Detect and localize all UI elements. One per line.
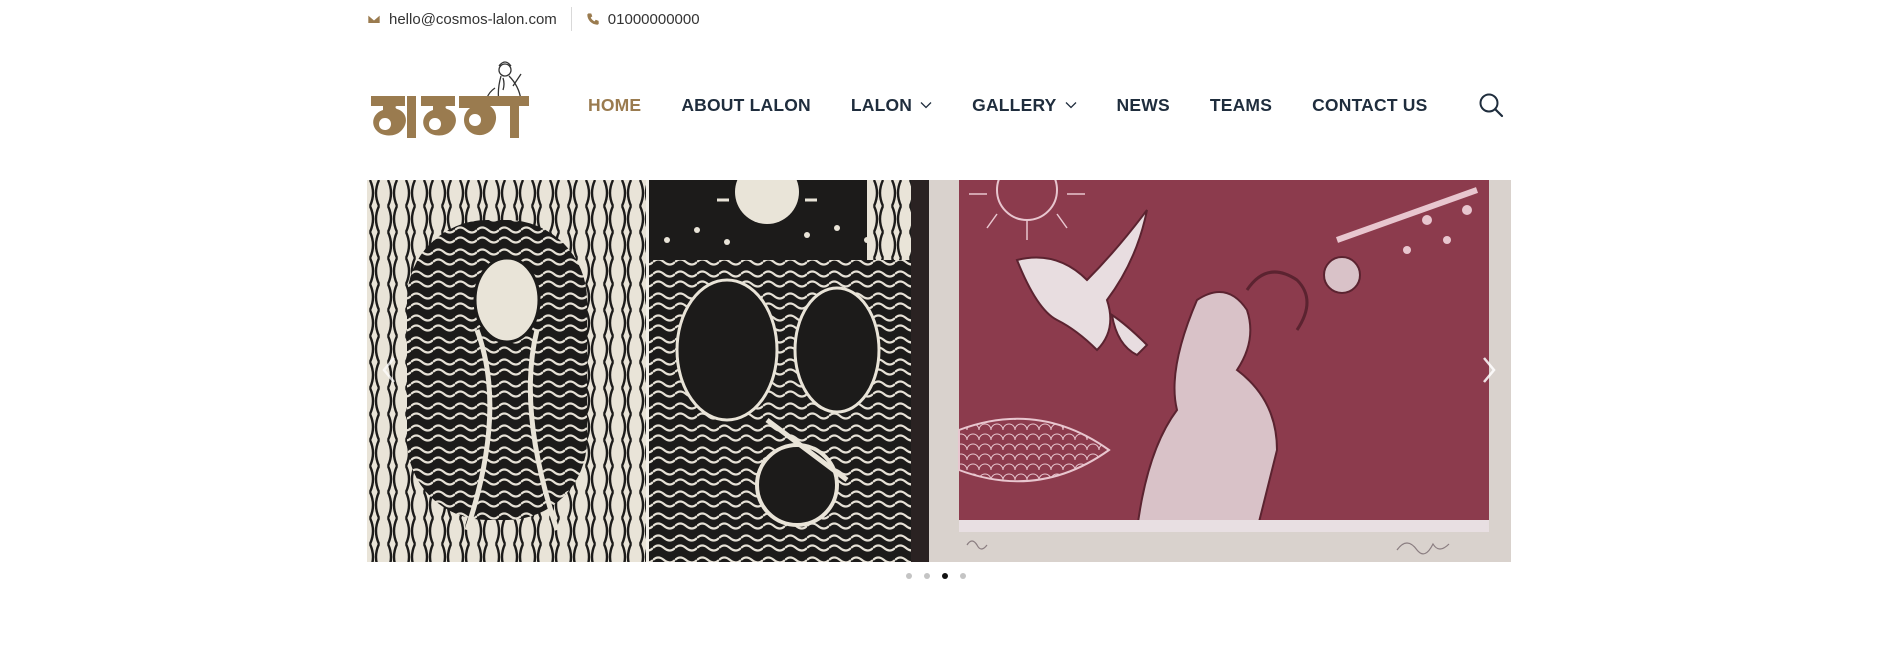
main-nav: HOME ABOUT LALON LALON GALLERY NEWS TEAM… bbox=[588, 90, 1468, 120]
contact-bar: hello@cosmos-lalon.com 01000000000 bbox=[367, 0, 700, 38]
slider-dot[interactable] bbox=[924, 573, 930, 579]
phone-icon bbox=[587, 13, 599, 25]
phone-contact[interactable]: 01000000000 bbox=[586, 11, 700, 28]
nav-item-label[interactable]: GALLERY bbox=[972, 95, 1056, 116]
slider-dot[interactable] bbox=[960, 573, 966, 579]
envelope-icon bbox=[367, 14, 381, 24]
nav-item-contact-us[interactable]: CONTACT US bbox=[1312, 95, 1427, 116]
search-icon bbox=[1479, 93, 1504, 118]
nav-item-label[interactable]: CONTACT US bbox=[1312, 95, 1427, 116]
nav-item-about-lalon[interactable]: ABOUT LALON bbox=[681, 95, 811, 116]
site-logo[interactable] bbox=[367, 58, 533, 153]
email-text[interactable]: hello@cosmos-lalon.com bbox=[389, 11, 557, 28]
slider-dot[interactable] bbox=[906, 573, 912, 579]
chevron-down-icon[interactable] bbox=[1065, 101, 1077, 109]
nav-item-label[interactable]: HOME bbox=[588, 95, 641, 116]
slider-pagination bbox=[906, 573, 966, 579]
nav-item-teams[interactable]: TEAMS bbox=[1210, 95, 1272, 116]
nav-item-label[interactable]: LALON bbox=[851, 95, 912, 116]
chevron-left-icon bbox=[382, 357, 395, 383]
slider-next-button[interactable] bbox=[1469, 350, 1509, 390]
contact-divider bbox=[570, 7, 572, 31]
slider-prev-button[interactable] bbox=[369, 350, 409, 390]
phone-text[interactable]: 01000000000 bbox=[608, 11, 700, 28]
nav-item-label[interactable]: NEWS bbox=[1117, 95, 1170, 116]
search-button[interactable] bbox=[1478, 92, 1504, 118]
nav-item-label[interactable]: ABOUT LALON bbox=[681, 95, 811, 116]
email-contact[interactable]: hello@cosmos-lalon.com bbox=[367, 11, 557, 28]
nav-item-home[interactable]: HOME bbox=[588, 95, 641, 116]
lalon-logo-icon bbox=[371, 61, 529, 138]
nav-item-label[interactable]: TEAMS bbox=[1210, 95, 1272, 116]
hero-slider[interactable] bbox=[367, 180, 1511, 562]
slider-dot-active[interactable] bbox=[942, 573, 948, 579]
chevron-down-icon[interactable] bbox=[920, 101, 932, 109]
slide-artwork-image bbox=[367, 180, 1511, 562]
nav-item-gallery[interactable]: GALLERY bbox=[972, 95, 1076, 116]
nav-item-news[interactable]: NEWS bbox=[1117, 95, 1170, 116]
nav-item-lalon[interactable]: LALON bbox=[851, 95, 932, 116]
chevron-right-icon bbox=[1483, 357, 1496, 383]
